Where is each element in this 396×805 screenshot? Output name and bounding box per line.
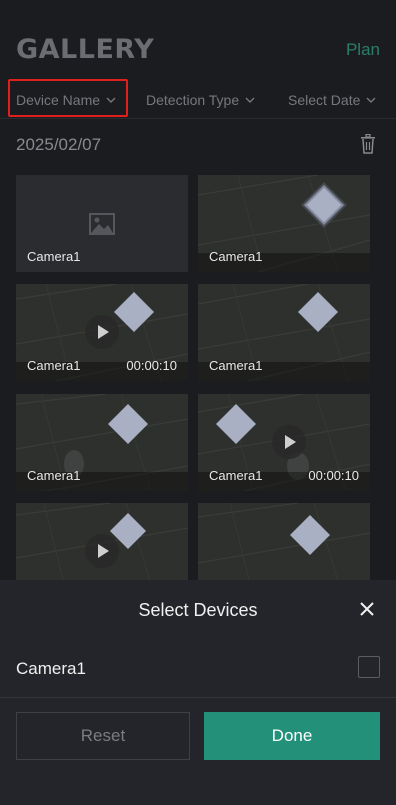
done-button[interactable]: Done bbox=[204, 712, 380, 760]
close-icon[interactable] bbox=[359, 601, 375, 617]
reset-button[interactable]: Reset bbox=[16, 712, 190, 760]
select-date-filter[interactable]: Select Date bbox=[288, 82, 376, 118]
device-name-highlight-box bbox=[8, 79, 128, 117]
detection-type-filter[interactable]: Detection Type bbox=[146, 82, 255, 118]
gallery-grid: Camera1 Camera1 Camera1 00:00:10 Camera1… bbox=[16, 175, 380, 600]
device-option-row[interactable]: Camera1 bbox=[16, 656, 380, 684]
divider bbox=[0, 697, 396, 698]
gallery-tile[interactable]: Camera1 00:00:10 bbox=[16, 284, 188, 381]
tile-camera-label: Camera1 bbox=[27, 358, 81, 373]
gallery-tile[interactable]: Camera1 bbox=[198, 284, 370, 381]
detection-type-filter-label: Detection Type bbox=[146, 92, 240, 108]
gallery-tile[interactable]: Camera1 bbox=[16, 175, 188, 272]
date-group-header: 2025/02/07 bbox=[16, 133, 380, 157]
play-icon[interactable] bbox=[85, 315, 119, 349]
tile-duration-label: 00:00:10 bbox=[308, 468, 359, 483]
tile-camera-label: Camera1 bbox=[209, 468, 263, 483]
device-option-label: Camera1 bbox=[16, 659, 86, 678]
play-icon[interactable] bbox=[85, 534, 119, 568]
tile-camera-label: Camera1 bbox=[209, 249, 263, 264]
sheet-title: Select Devices bbox=[138, 600, 258, 620]
select-devices-sheet: Select Devices Camera1 Reset Done bbox=[0, 580, 396, 805]
chevron-down-icon bbox=[245, 97, 255, 103]
select-date-filter-label: Select Date bbox=[288, 92, 361, 108]
date-label: 2025/02/07 bbox=[16, 135, 102, 154]
page-title: GALLERY bbox=[16, 34, 155, 65]
gallery-tile[interactable]: Camera1 bbox=[16, 394, 188, 491]
tile-camera-label: Camera1 bbox=[27, 249, 81, 264]
tile-camera-label: Camera1 bbox=[209, 358, 263, 373]
chevron-down-icon bbox=[366, 97, 376, 103]
device-checkbox[interactable] bbox=[358, 656, 380, 678]
gallery-page: GALLERY Plan Device Name Detection Type … bbox=[0, 0, 396, 805]
gallery-tile[interactable]: Camera1 bbox=[198, 175, 370, 272]
tile-camera-label: Camera1 bbox=[27, 468, 81, 483]
header: GALLERY Plan bbox=[16, 34, 380, 66]
play-icon[interactable] bbox=[272, 425, 306, 459]
tile-duration-label: 00:00:10 bbox=[126, 358, 177, 373]
trash-icon[interactable] bbox=[360, 134, 376, 154]
image-placeholder-icon bbox=[89, 213, 115, 235]
gallery-tile[interactable]: Camera1 00:00:10 bbox=[198, 394, 370, 491]
plan-link[interactable]: Plan bbox=[346, 40, 380, 60]
